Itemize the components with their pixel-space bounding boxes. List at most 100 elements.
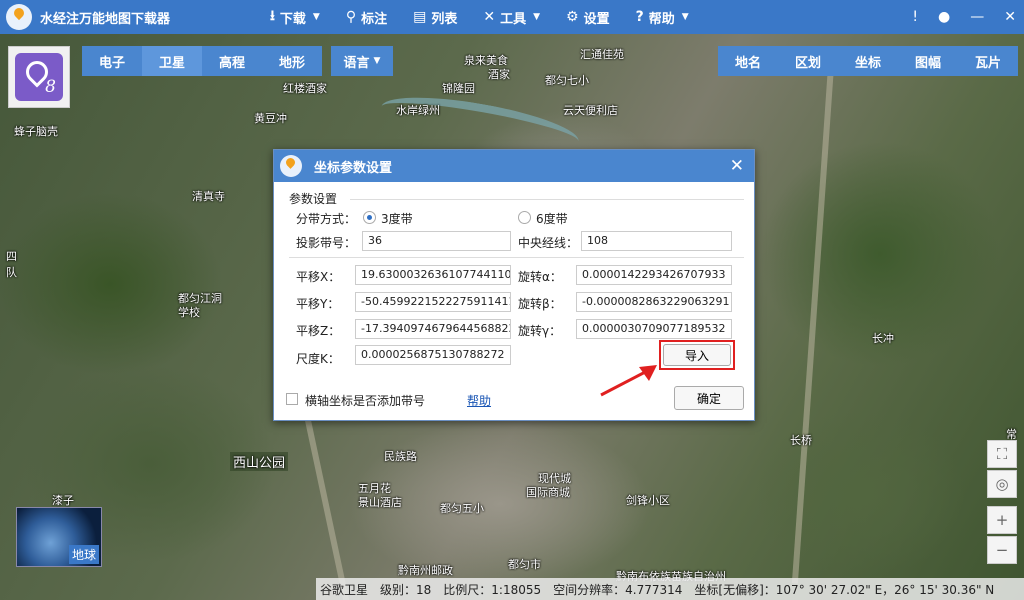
overlay-placename[interactable]: 地名 (718, 46, 778, 76)
pin-icon: ⚲ (345, 9, 357, 25)
proj-zone-input[interactable]: 36 (362, 231, 511, 251)
highlight-box (659, 340, 735, 370)
divider (289, 257, 744, 258)
map-label: 云天便利店 (563, 104, 618, 117)
central-meridian-input[interactable]: 108 (581, 231, 732, 251)
rz-input[interactable]: 0.0000030709077189532 (576, 319, 732, 339)
annotation-arrow-icon (600, 365, 657, 397)
map-label: 漆子 (52, 494, 74, 507)
overlay-tile[interactable]: 瓦片 (958, 46, 1018, 76)
menu-tools-label: 工具 (500, 11, 527, 27)
app-title: 水经注万能地图下载器 (40, 11, 171, 27)
map-label: 民族路 (384, 450, 417, 463)
fullscreen-icon[interactable]: ⛶ (987, 440, 1017, 468)
map-label: 黔南州邮政 (398, 564, 453, 577)
add-zone-checkbox[interactable] (286, 393, 298, 405)
overlay-coordinate[interactable]: 坐标 (838, 46, 898, 76)
help-link[interactable]: 帮助 (467, 392, 491, 409)
rz-label: 旋转γ： (518, 324, 562, 338)
globe-button[interactable]: 地球 (16, 507, 102, 567)
window-controls: ! ● — ✕ (912, 0, 1016, 34)
map-label: 都匀市 (508, 558, 541, 571)
map-label: 都匀五小 (440, 502, 484, 515)
add-zone-checkbox-label[interactable]: 横轴坐标是否添加带号 (305, 392, 425, 409)
close-icon[interactable]: ✕ (730, 156, 744, 176)
map-label: 黄豆冲 (254, 112, 287, 125)
zoom-tools: ⛶ ◎ + − (987, 440, 1017, 564)
close-icon[interactable]: ✕ (1004, 9, 1016, 25)
radio-zone-6-label[interactable]: 6度带 (536, 210, 568, 227)
map-type-terrain[interactable]: 地形 (262, 46, 322, 76)
main-menu: ⭳ 下载 ▼ ⚲ 标注 ▤ 列表 ✕ 工具 ▼ ⚙ 设置 ? 帮助 ▼ (270, 0, 715, 34)
list-icon: ▤ (413, 9, 427, 25)
map-label: 水岸绿州 (396, 104, 440, 117)
chevron-down-icon: ▼ (312, 12, 320, 22)
user-icon[interactable]: ● (938, 9, 950, 25)
info-icon[interactable]: ! (912, 9, 918, 25)
menu-mark-label: 标注 (361, 11, 388, 27)
chevron-down-icon: ▼ (533, 12, 541, 22)
road (791, 64, 835, 584)
app-logo-icon (280, 155, 302, 177)
map-label: 景山酒店 (358, 496, 402, 509)
divider (350, 199, 744, 200)
map-label: 长冲 (872, 332, 894, 345)
menu-tools[interactable]: ✕ 工具 ▼ (483, 8, 540, 27)
ry-input[interactable]: -0.0000082863229063291 (576, 292, 732, 312)
map-label: 锦隆园 (442, 82, 475, 95)
menu-download-label: 下载 (279, 11, 306, 27)
menu-list[interactable]: ▤ 列表 (413, 8, 457, 27)
map-label: 队 (6, 266, 17, 279)
tx-input[interactable]: 19.6300032636107744110б (355, 265, 511, 285)
status-scale: 比例尺：1:18055 (443, 582, 542, 597)
radio-zone-6[interactable] (518, 211, 531, 224)
locate-icon[interactable]: ◎ (987, 470, 1017, 498)
proj-zone-label: 投影带号： (296, 236, 357, 250)
menu-list-label: 列表 (431, 11, 458, 27)
menu-mark[interactable]: ⚲ 标注 (346, 8, 387, 27)
map-type-satellite[interactable]: 卫星 (142, 46, 202, 76)
map-type-bar: 电子 卫星 高程 地形 (82, 46, 322, 76)
ty-label: 平移Y： (296, 297, 340, 311)
overlay-sheet[interactable]: 图幅 (898, 46, 958, 76)
map-label: 国际商城 (526, 486, 570, 499)
map-label-park: 西山公园 (230, 452, 289, 471)
group-label: 参数设置 (289, 192, 338, 206)
ok-button[interactable]: 确定 (674, 386, 744, 410)
overlay-district[interactable]: 区划 (778, 46, 838, 76)
menu-settings[interactable]: ⚙ 设置 (566, 8, 610, 27)
menu-settings-label: 设置 (583, 11, 610, 27)
chevron-down-icon: ▼ (373, 56, 381, 66)
map-type-electronic[interactable]: 电子 (82, 46, 142, 76)
map-label: 清真寺 (192, 190, 225, 203)
tz-input[interactable]: -17.39409746796445688233 (355, 319, 511, 339)
app-logo-icon (6, 4, 32, 30)
zoom-out-button[interactable]: − (987, 536, 1017, 564)
language-dropdown[interactable]: 语言 ▼ (331, 46, 393, 76)
map-label: 剑锋小区 (626, 494, 670, 507)
radio-zone-3[interactable] (363, 211, 376, 224)
map-type-elevation[interactable]: 高程 (202, 46, 262, 76)
chevron-down-icon: ▼ (681, 12, 689, 22)
coord-params-dialog: 坐标参数设置 ✕ 参数设置 分带方式： 3度带 6度带 投影带号： 36 中央经… (273, 149, 755, 421)
ty-input[interactable]: -50.45992215222759114113 (355, 292, 511, 312)
language-label: 语言 (343, 55, 370, 71)
app-badge[interactable] (8, 46, 70, 108)
radio-zone-3-label[interactable]: 3度带 (381, 210, 413, 227)
map-label: 红楼酒家 (283, 82, 327, 95)
status-source: 谷歌卫星 (320, 582, 369, 597)
help-icon: ? (635, 9, 644, 25)
map-pin-logo-icon (15, 53, 63, 101)
status-bar: 谷歌卫星 级别：18 比例尺：1:18055 空间分辨率：4.777314 坐标… (316, 578, 1024, 600)
gear-icon: ⚙ (566, 9, 579, 25)
zoom-in-button[interactable]: + (987, 506, 1017, 534)
scale-input[interactable]: 0.0000256875130788272 (355, 345, 511, 365)
tools-icon: ✕ (483, 9, 496, 25)
minimize-icon[interactable]: — (970, 9, 984, 25)
dialog-title-bar[interactable]: 坐标参数设置 ✕ (274, 150, 754, 182)
menu-download[interactable]: ⭳ 下载 ▼ (270, 5, 320, 29)
rx-input[interactable]: 0.0000142293426707933 (576, 265, 732, 285)
map-label: 蜂子脑壳 (14, 125, 58, 138)
menu-help[interactable]: ? 帮助 ▼ (636, 8, 689, 27)
status-resolution: 空间分辨率：4.777314 (553, 582, 683, 597)
